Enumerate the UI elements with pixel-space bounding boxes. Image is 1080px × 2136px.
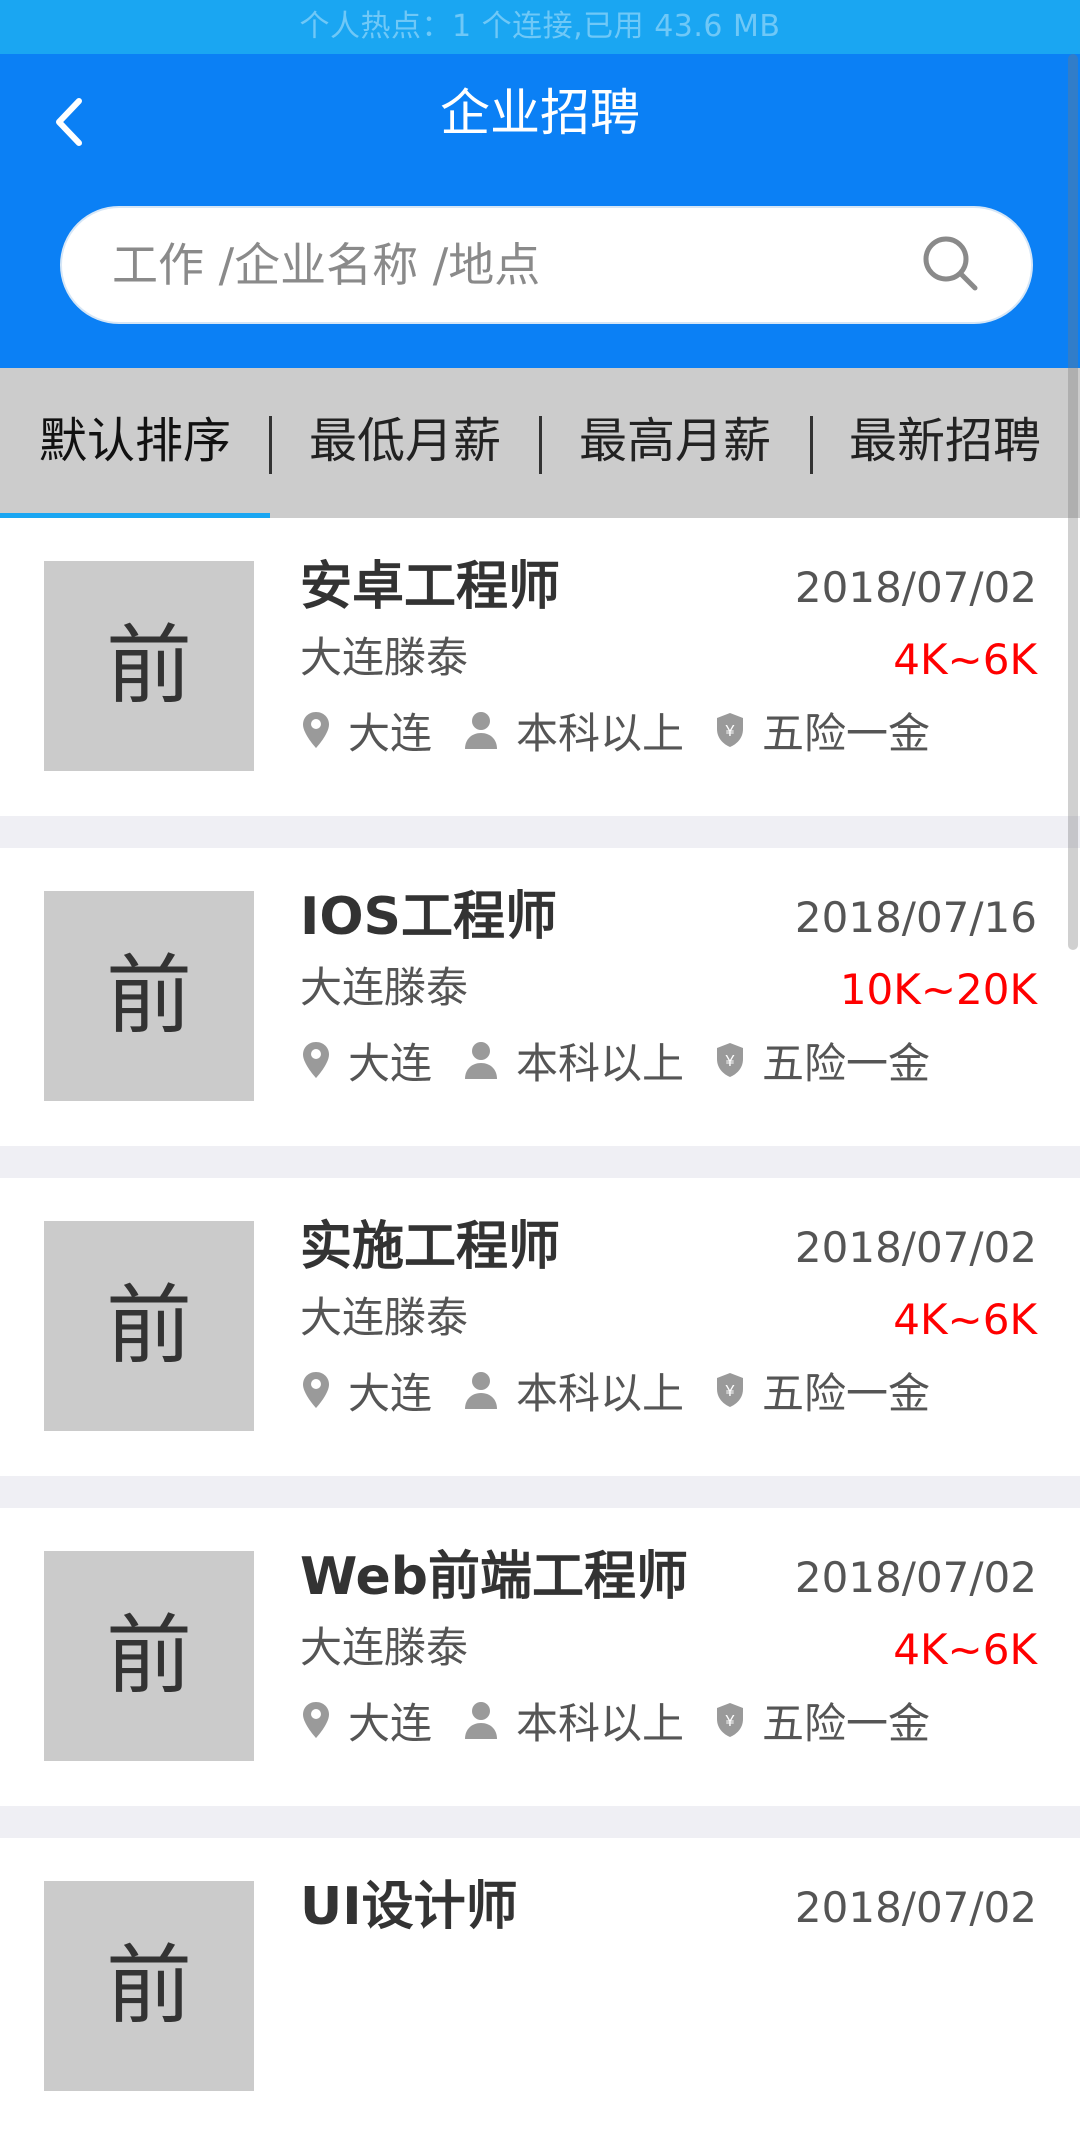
job-salary: 10K~20K [839,965,1037,1014]
status-bar: 个人热点：1 个连接,已用 43.6 MB [0,0,1080,54]
education-tag: 本科以上 [462,1030,684,1091]
svg-text:¥: ¥ [725,1053,735,1070]
svg-text:¥: ¥ [725,1713,735,1730]
job-tags: 大连 本科以上 ¥ 五险一金 [300,1688,960,1752]
search-icon[interactable] [921,234,981,294]
sort-tab-newest[interactable]: 最新招聘 [810,368,1080,518]
shield-yen-icon: ¥ [717,1373,744,1407]
job-card[interactable]: 前 Web前端工程师 2018/07/02 大连滕泰 4K~6K 大连 本科以上… [0,1508,1080,1806]
job-title: 实施工程师 [300,1217,561,1277]
person-icon [465,1042,498,1079]
benefit-tag: ¥ 五险一金 [714,1360,930,1421]
job-tags: 大连 本科以上 ¥ 五险一金 [300,1028,960,1092]
company-logo: 前 [44,1881,254,2091]
person-icon [465,1702,498,1739]
job-date: 2018/07/02 [794,1883,1037,1932]
sort-tab-default[interactable]: 默认排序 [0,368,270,518]
sort-bar: 默认排序 最低月薪 最高月薪 最新招聘 [0,368,1080,518]
location-tag: 大连 [300,700,432,761]
person-icon [465,1372,498,1409]
svg-text:¥: ¥ [725,723,735,740]
company-logo: 前 [44,561,254,771]
job-date: 2018/07/02 [794,1553,1037,1602]
shield-yen-icon: ¥ [717,1043,744,1077]
location-pin-icon [303,1372,329,1408]
job-company: 大连滕泰 [300,633,469,682]
job-card[interactable]: 前 安卓工程师 2018/07/02 大连滕泰 4K~6K 大连 本科以上 ¥ … [0,518,1080,816]
shield-yen-icon: ¥ [717,713,744,747]
job-card[interactable]: 前 UI设计师 2018/07/02 [0,1838,1080,2136]
location-tag: 大连 [300,1030,432,1091]
job-title: Web前端工程师 [300,1547,688,1607]
sort-tab-lowest-salary[interactable]: 最低月薪 [270,368,540,518]
company-logo: 前 [44,1551,254,1761]
education-tag: 本科以上 [462,700,684,761]
location-pin-icon [303,1702,329,1738]
job-tags: 大连 本科以上 ¥ 五险一金 [300,698,960,762]
person-icon [465,712,498,749]
job-tags: 大连 本科以上 ¥ 五险一金 [300,1358,960,1422]
company-logo: 前 [44,1221,254,1431]
job-salary: 4K~6K [893,635,1037,684]
job-salary: 4K~6K [893,1295,1037,1344]
benefit-tag: ¥ 五险一金 [714,1690,930,1751]
page-title: 企业招聘 [440,84,640,142]
shield-yen-icon: ¥ [717,1703,744,1737]
job-date: 2018/07/02 [794,1223,1037,1272]
app-header: 企业招聘 [0,54,1080,368]
location-tag: 大连 [300,1690,432,1751]
job-date: 2018/07/02 [794,563,1037,612]
job-date: 2018/07/16 [794,893,1037,942]
job-card[interactable]: 前 IOS工程师 2018/07/16 大连滕泰 10K~20K 大连 本科以上… [0,848,1080,1146]
job-salary: 4K~6K [893,1625,1037,1674]
svg-text:¥: ¥ [725,1383,735,1400]
location-pin-icon [303,712,329,748]
job-title: 安卓工程师 [300,557,561,617]
benefit-tag: ¥ 五险一金 [714,700,930,761]
job-title: IOS工程师 [300,887,558,947]
job-company: 大连滕泰 [300,963,469,1012]
sort-tab-highest-salary[interactable]: 最高月薪 [540,368,810,518]
search-box[interactable] [60,206,1033,324]
job-title: UI设计师 [300,1877,518,1937]
job-company: 大连滕泰 [300,1293,469,1342]
education-tag: 本科以上 [462,1360,684,1421]
search-input[interactable] [110,208,910,322]
education-tag: 本科以上 [462,1690,684,1751]
status-bar-text: 个人热点：1 个连接,已用 43.6 MB [299,9,781,44]
job-card[interactable]: 前 实施工程师 2018/07/02 大连滕泰 4K~6K 大连 本科以上 ¥ … [0,1178,1080,1476]
benefit-tag: ¥ 五险一金 [714,1030,930,1091]
location-pin-icon [303,1042,329,1078]
job-company: 大连滕泰 [300,1623,469,1672]
company-logo: 前 [44,891,254,1101]
scrollbar[interactable] [1068,54,1078,950]
location-tag: 大连 [300,1360,432,1421]
